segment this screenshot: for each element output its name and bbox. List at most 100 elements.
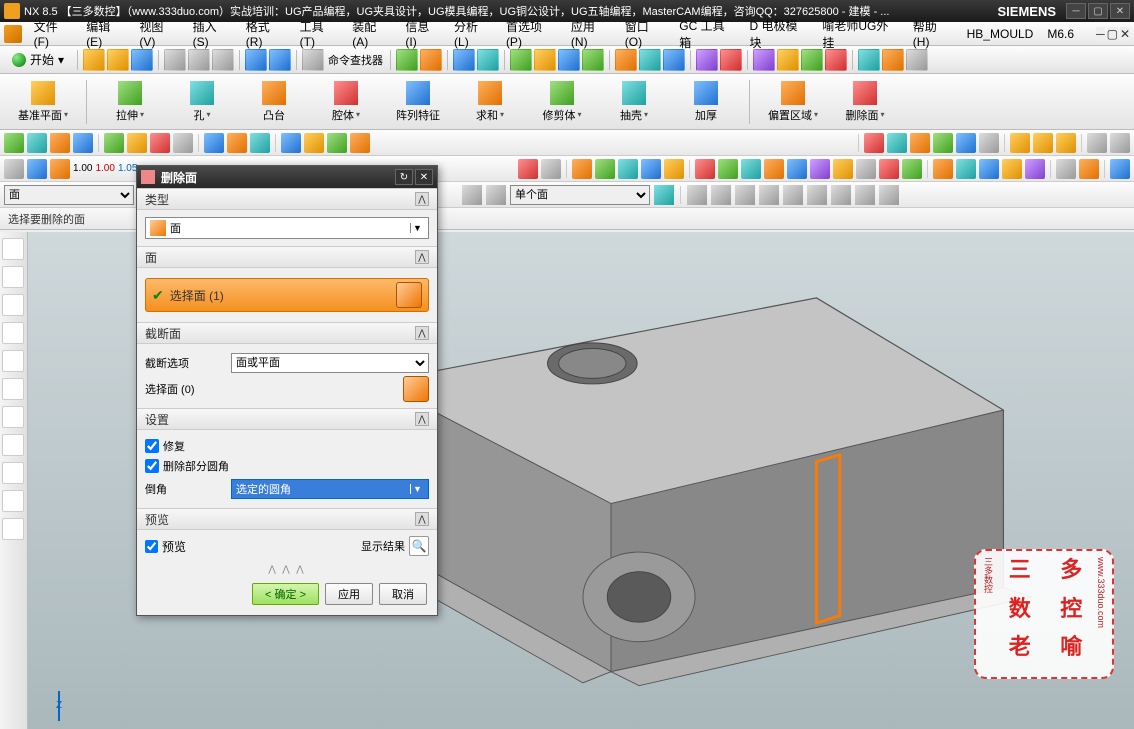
rb-misc1-icon[interactable] (2, 490, 24, 512)
sb14-icon[interactable] (764, 159, 784, 179)
snap-6-icon[interactable] (807, 185, 827, 205)
start-button[interactable]: 开始 ▾ (4, 49, 72, 70)
sb28-icon[interactable] (1110, 159, 1130, 179)
sb27-icon[interactable] (1079, 159, 1099, 179)
section-settings-header[interactable]: 设置 ⋀ (137, 408, 437, 430)
tool-s-icon[interactable] (882, 49, 904, 71)
new-icon[interactable] (83, 49, 105, 71)
snap-9-icon[interactable] (879, 185, 899, 205)
sb26-icon[interactable] (1056, 159, 1076, 179)
section-preview-header[interactable]: 预览 ⋀ (137, 508, 437, 530)
cap-option-select[interactable]: 面或平面 (231, 353, 429, 373)
section-cap-header[interactable]: 截断面 ⋀ (137, 322, 437, 344)
menu-prefs[interactable]: 首选项(P) (500, 16, 563, 51)
rb-ie-icon[interactable] (2, 406, 24, 428)
st1-icon[interactable] (4, 133, 24, 153)
st17-icon[interactable] (887, 133, 907, 153)
pocket-button[interactable]: 腔体▾ (311, 77, 381, 127)
offset-region-button[interactable]: 偏置区域▾ (758, 77, 828, 127)
tool-a-icon[interactable] (396, 49, 418, 71)
open-icon[interactable] (107, 49, 129, 71)
tool-i-icon[interactable] (615, 49, 637, 71)
hole-button[interactable]: 孔▾ (167, 77, 237, 127)
minimize-button[interactable]: ─ (1066, 3, 1086, 19)
sb19-icon[interactable] (879, 159, 899, 179)
st16-icon[interactable] (864, 133, 884, 153)
sb16-icon[interactable] (810, 159, 830, 179)
magnifier-icon[interactable]: 🔍 (409, 536, 429, 556)
menu-apps[interactable]: 应用(N) (565, 16, 617, 51)
preview-checkbox[interactable] (145, 540, 158, 553)
collapse-icon[interactable]: ⋀ (415, 250, 429, 264)
type-combo[interactable]: 面 ▼ (145, 217, 429, 239)
redo-icon[interactable] (269, 49, 291, 71)
st8-icon[interactable] (173, 133, 193, 153)
sel-go-icon[interactable] (654, 185, 674, 205)
datum-plane-button[interactable]: 基准平面▾ (8, 77, 78, 127)
cut-icon[interactable] (164, 49, 186, 71)
tool-m-icon[interactable] (720, 49, 742, 71)
copy-icon[interactable] (188, 49, 210, 71)
menu-window[interactable]: 窗口(O) (619, 16, 672, 51)
tool-k-icon[interactable] (663, 49, 685, 71)
snap-5-icon[interactable] (783, 185, 803, 205)
rb-misc2-icon[interactable] (2, 518, 24, 540)
sb2-icon[interactable] (27, 159, 47, 179)
rb-layers-icon[interactable] (2, 462, 24, 484)
st2-icon[interactable] (27, 133, 47, 153)
st20-icon[interactable] (956, 133, 976, 153)
maximize-button[interactable]: ▢ (1088, 3, 1108, 19)
snap-8-icon[interactable] (855, 185, 875, 205)
menu-edit[interactable]: 编辑(E) (80, 16, 131, 51)
tool-f-icon[interactable] (534, 49, 556, 71)
face-picker-icon[interactable] (396, 282, 422, 308)
cap-face-picker-icon[interactable] (403, 376, 429, 402)
tool-g-icon[interactable] (558, 49, 580, 71)
apply-button[interactable]: 应用 (325, 583, 373, 605)
ok-button[interactable]: < 确定 > (252, 583, 319, 605)
rb-reuse-icon[interactable] (2, 322, 24, 344)
st3-icon[interactable] (50, 133, 70, 153)
delete-face-button[interactable]: 删除面▾ (830, 77, 900, 127)
sel-a-icon[interactable] (462, 185, 482, 205)
tool-l-icon[interactable] (696, 49, 718, 71)
tool-h-icon[interactable] (582, 49, 604, 71)
st14-icon[interactable] (327, 133, 347, 153)
dialog-reset-button[interactable]: ↻ (395, 169, 413, 185)
collapse-icon[interactable]: ⋀ (415, 326, 429, 340)
boss-button[interactable]: 凸台 (239, 77, 309, 127)
st7-icon[interactable] (150, 133, 170, 153)
unite-button[interactable]: 求和▾ (455, 77, 525, 127)
sb25-icon[interactable] (1025, 159, 1045, 179)
collapse-icon[interactable]: ⋀ (415, 192, 429, 206)
rb-assy-icon[interactable] (2, 294, 24, 316)
st5-icon[interactable] (104, 133, 124, 153)
menu-tools[interactable]: 工具(T) (294, 16, 345, 51)
mdi-minimize-button[interactable]: ─ (1096, 27, 1105, 41)
shell-button[interactable]: 抽壳▾ (599, 77, 669, 127)
dialog-titlebar[interactable]: 删除面 ↻ ✕ (137, 166, 437, 188)
rb-history-icon[interactable] (2, 350, 24, 372)
st25-icon[interactable] (1087, 133, 1107, 153)
cancel-button[interactable]: 取消 (379, 583, 427, 605)
sb13-icon[interactable] (741, 159, 761, 179)
sb5-icon[interactable] (541, 159, 561, 179)
tool-j-icon[interactable] (639, 49, 661, 71)
st23-icon[interactable] (1033, 133, 1053, 153)
st12-icon[interactable] (281, 133, 301, 153)
sb10-icon[interactable] (664, 159, 684, 179)
collapse-icon[interactable]: ⋀ (415, 512, 429, 526)
sb17-icon[interactable] (833, 159, 853, 179)
st10-icon[interactable] (227, 133, 247, 153)
sb22-icon[interactable] (956, 159, 976, 179)
menu-view[interactable]: 视图(V) (133, 16, 184, 51)
sb11-icon[interactable] (695, 159, 715, 179)
sb21-icon[interactable] (933, 159, 953, 179)
st13-icon[interactable] (304, 133, 324, 153)
tool-d-icon[interactable] (477, 49, 499, 71)
repair-checkbox[interactable] (145, 439, 159, 453)
snap-1-icon[interactable] (687, 185, 707, 205)
sel-b-icon[interactable] (486, 185, 506, 205)
section-type-header[interactable]: 类型 ⋀ (137, 188, 437, 210)
tool-e-icon[interactable] (510, 49, 532, 71)
